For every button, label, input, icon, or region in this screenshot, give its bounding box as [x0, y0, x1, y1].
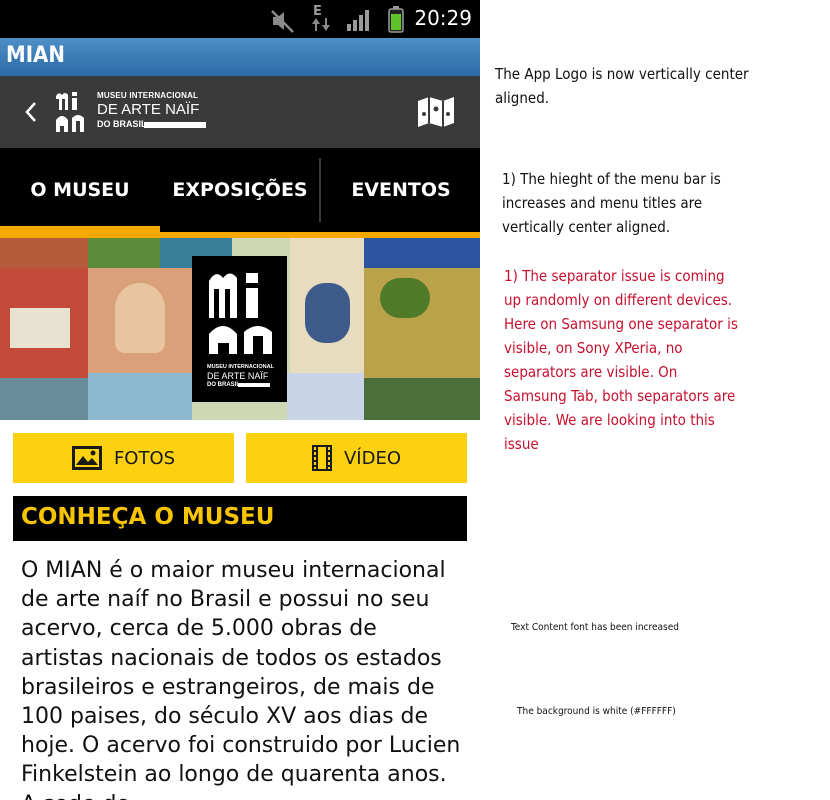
- banner-logo-line2: DE ARTE NAÏF: [207, 371, 269, 381]
- main-menu: O MUSEU EXPOSIÇÕES EVENTOS: [0, 148, 480, 232]
- artwork-tile: [305, 283, 350, 343]
- title-bar: MIAN: [0, 38, 480, 76]
- image-icon: [71, 446, 102, 470]
- annotation-separator: 1) The separator issue is coming up rand…: [504, 267, 738, 453]
- menu-item-eventos[interactable]: EVENTOS: [321, 148, 480, 232]
- logo-text-line1: MUSEU INTERNACIONAL: [97, 91, 199, 100]
- mute-icon: [271, 10, 294, 33]
- map-icon[interactable]: [416, 96, 456, 128]
- banner-logo-line1: MUSEU INTERNACIONAL: [207, 364, 274, 370]
- artwork-tile: [88, 373, 192, 420]
- signal-icon: [347, 10, 369, 31]
- video-button[interactable]: VÍDEO: [246, 433, 467, 483]
- network-type-label: E: [313, 4, 322, 19]
- annotation-background: The background is white (#FFFFFF): [517, 706, 676, 717]
- banner-mian-logo: MUSEU INTERNACIONAL DE ARTE NAÏF DO BRAS…: [192, 256, 287, 402]
- banner-logo-bar: [238, 383, 270, 387]
- artwork-tile: [115, 283, 165, 353]
- data-arrows-icon: [312, 18, 330, 31]
- artwork-tile: [364, 378, 480, 420]
- phone-screen: E 20:29 MIAN MUSEU INTERNACIONAL DE ARTE…: [0, 0, 480, 800]
- artwork-tile: [380, 278, 430, 318]
- logo-bar: [144, 122, 206, 128]
- artwork-tile: [88, 238, 160, 268]
- fotos-button[interactable]: FOTOS: [13, 433, 234, 483]
- banner-logo-line3: DO BRASIL: [207, 382, 240, 388]
- app-header: MUSEU INTERNACIONAL DE ARTE NAÏF DO BRAS…: [0, 76, 480, 148]
- logo-text-line2: DE ARTE NAÏF: [97, 101, 200, 118]
- annotation-font: Text Content font has been increased: [511, 622, 679, 633]
- fotos-button-label: FOTOS: [113, 447, 176, 469]
- artwork-tile: [0, 238, 88, 268]
- menu-item-o-museu[interactable]: O MUSEU: [0, 148, 160, 232]
- artwork-tile: [287, 373, 364, 420]
- mian-logo-mark: [56, 92, 84, 132]
- section-title: CONHEÇA O MUSEU: [21, 504, 275, 530]
- artwork-tile: [0, 378, 88, 420]
- battery-icon: [388, 6, 404, 33]
- artwork-tile: [10, 308, 70, 348]
- back-button[interactable]: [18, 96, 44, 128]
- banner-collage: MUSEU INTERNACIONAL DE ARTE NAÏF DO BRAS…: [0, 238, 480, 420]
- film-icon: [311, 445, 332, 471]
- museum-description: O MIAN é o maior museu internacional de …: [21, 558, 461, 800]
- annotation-menu: 1) The hieght of the menu bar is increas…: [502, 170, 721, 236]
- app-logo: MUSEU INTERNACIONAL DE ARTE NAÏF DO BRAS…: [54, 90, 214, 134]
- chevron-left-icon: [25, 102, 36, 122]
- app-title: MIAN: [6, 43, 65, 68]
- annotation-logo: The App Logo is now vertically center al…: [495, 65, 749, 107]
- video-button-label: VÍDEO: [343, 447, 402, 469]
- mian-logo-mark: [209, 273, 272, 354]
- logo-text-line3: DO BRASIL: [97, 119, 147, 129]
- artwork-tile: [364, 238, 480, 268]
- status-time: 20:29: [414, 6, 472, 30]
- menu-item-exposicoes[interactable]: EXPOSIÇÕES: [160, 148, 320, 232]
- status-bar: E 20:29: [0, 0, 480, 38]
- section-header: CONHEÇA O MUSEU: [13, 496, 467, 541]
